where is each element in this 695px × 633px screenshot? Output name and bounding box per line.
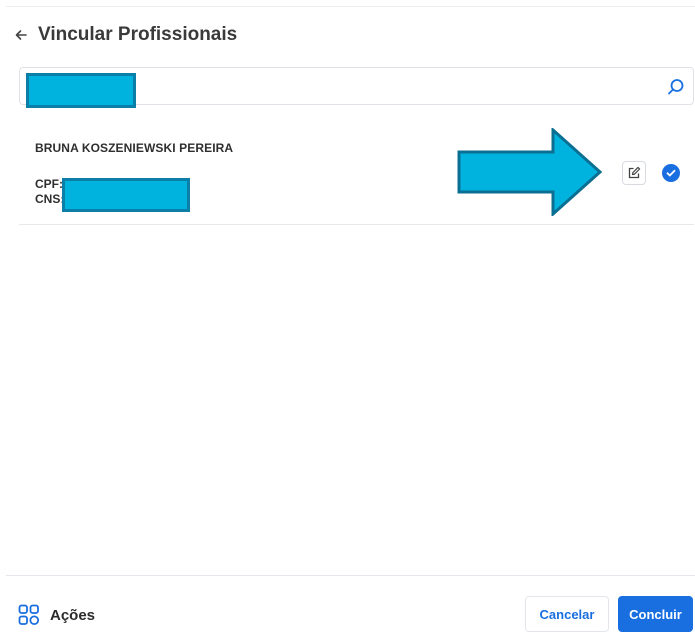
- redaction-box-documents: [62, 178, 190, 212]
- footer-divider: [6, 575, 695, 576]
- cns-label: CNS:: [35, 192, 65, 206]
- annotation-arrow: [457, 128, 603, 216]
- grid-icon: [18, 604, 40, 626]
- search-icon[interactable]: [666, 77, 686, 97]
- arrow-left-glyph: [15, 30, 27, 40]
- cancel-button[interactable]: Cancelar: [525, 596, 609, 632]
- actions-label: Ações: [50, 606, 96, 624]
- redaction-box-search: [26, 73, 136, 108]
- edit-icon: [628, 166, 641, 179]
- select-checkbox[interactable]: [662, 164, 680, 182]
- page-title: Vincular Profissionais: [38, 24, 238, 45]
- professional-name: BRUNA KOSZENIEWSKI PEREIRA: [35, 141, 234, 155]
- check-circle-icon: [666, 169, 676, 177]
- page-header: Vincular Profissionais: [14, 20, 237, 50]
- actions-menu[interactable]: Ações: [18, 604, 95, 626]
- search-glyph: [668, 79, 684, 95]
- confirm-button[interactable]: Concluir: [618, 596, 693, 632]
- cpf-label: CPF:: [35, 177, 63, 191]
- arrow-left-icon[interactable]: [14, 28, 28, 42]
- edit-button[interactable]: [622, 161, 646, 185]
